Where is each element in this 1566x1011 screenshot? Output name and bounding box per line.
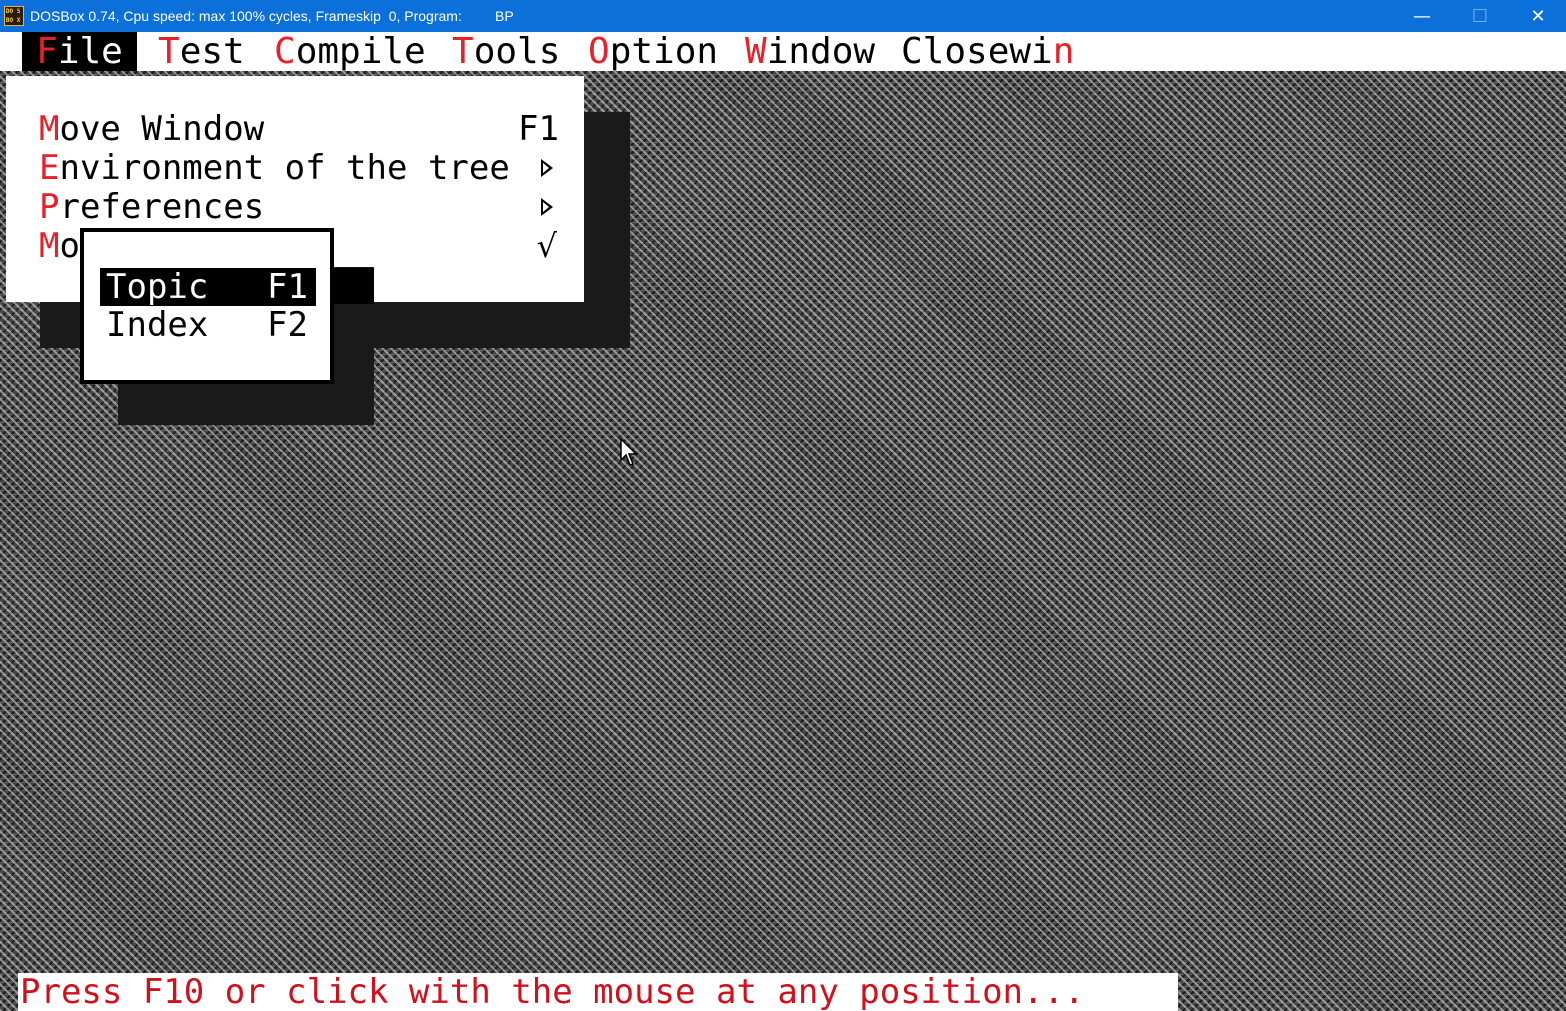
file-menu-item-move-window[interactable]: Move Window F1 <box>39 110 559 148</box>
file-menu-label: references <box>59 187 265 227</box>
file-menu-label: nvironment of the tree <box>59 148 510 188</box>
window-program-name: BP <box>495 8 514 24</box>
menu-option[interactable]: Option <box>588 32 718 71</box>
help-menu-label: Index <box>106 305 209 345</box>
menu-test-hotkey: T <box>158 32 180 72</box>
file-menu-label: o <box>59 226 80 266</box>
menu-option-label: ption <box>609 32 719 72</box>
help-submenu: Topic F1 Index F2 <box>80 228 334 384</box>
menu-closewin[interactable]: Closewin <box>901 32 1074 71</box>
menu-bar: File Test Compile Tools Option Window Cl… <box>0 32 1566 71</box>
menu-file-label: ile <box>57 32 123 72</box>
dos-screen[interactable]: File Test Compile Tools Option Window Cl… <box>0 32 1566 1011</box>
menu-window[interactable]: Window <box>745 32 875 71</box>
close-icon: ✕ <box>1530 5 1546 27</box>
menu-window-hotkey: W <box>745 32 767 72</box>
status-text: Press F10 or click with the mouse at any… <box>20 972 1085 1011</box>
dosbox-icon: DO S BO X <box>4 6 24 26</box>
window-title: DOSBox 0.74, Cpu speed: max 100% cycles,… <box>30 8 462 24</box>
menu-tools[interactable]: Tools <box>452 32 560 71</box>
help-menu-label: Topic <box>106 267 209 307</box>
menu-test[interactable]: Test <box>158 32 245 71</box>
minimize-button[interactable]: — <box>1393 0 1451 32</box>
menu-closewin-label: Closewi <box>901 32 1053 72</box>
menu-closewin-hotkey: n <box>1052 32 1075 72</box>
file-menu-hotkey: M <box>39 109 60 149</box>
menu-compile-hotkey: C <box>274 32 296 72</box>
menu-tools-hotkey: T <box>452 32 474 72</box>
maximize-icon: ☐ <box>1471 5 1489 27</box>
menu-tools-label: ools <box>473 32 561 72</box>
close-button[interactable]: ✕ <box>1509 0 1566 32</box>
mouse-pointer-icon <box>620 438 638 466</box>
check-icon: √ <box>536 227 557 265</box>
file-menu-hotkey: M <box>39 226 60 266</box>
help-menu-shadow-strip <box>330 268 374 304</box>
menu-compile-label: ompile <box>295 32 426 72</box>
menu-test-label: est <box>179 32 245 72</box>
status-bar: Press F10 or click with the mouse at any… <box>18 973 1178 1011</box>
help-menu-shortcut: F1 <box>267 267 308 307</box>
submenu-arrow-icon <box>541 198 553 216</box>
file-menu-hotkey: E <box>39 148 60 188</box>
menu-option-hotkey: O <box>588 32 610 72</box>
window-titlebar[interactable]: DO S BO X DOSBox 0.74, Cpu speed: max 100% … <box>0 0 1566 32</box>
file-menu-item-environment[interactable]: Environment of the tree <box>39 149 559 187</box>
menu-window-label: indow <box>766 32 876 72</box>
file-menu-hotkey: P <box>39 187 60 227</box>
menu-file-hotkey: F <box>36 32 58 72</box>
menu-file[interactable]: File <box>22 32 137 71</box>
help-menu-item-topic[interactable]: Topic F1 <box>100 268 316 306</box>
file-menu-shortcut: F1 <box>518 109 559 149</box>
help-menu-shortcut: F2 <box>267 305 308 345</box>
maximize-button[interactable]: ☐ <box>1451 0 1509 32</box>
minimize-icon: — <box>1413 5 1431 27</box>
help-menu-item-index[interactable]: Index F2 <box>100 306 316 344</box>
menu-compile[interactable]: Compile <box>274 32 426 71</box>
file-menu-label: ove Window <box>59 109 265 149</box>
submenu-arrow-icon <box>541 159 553 177</box>
file-menu-item-preferences[interactable]: Preferences <box>39 188 559 226</box>
